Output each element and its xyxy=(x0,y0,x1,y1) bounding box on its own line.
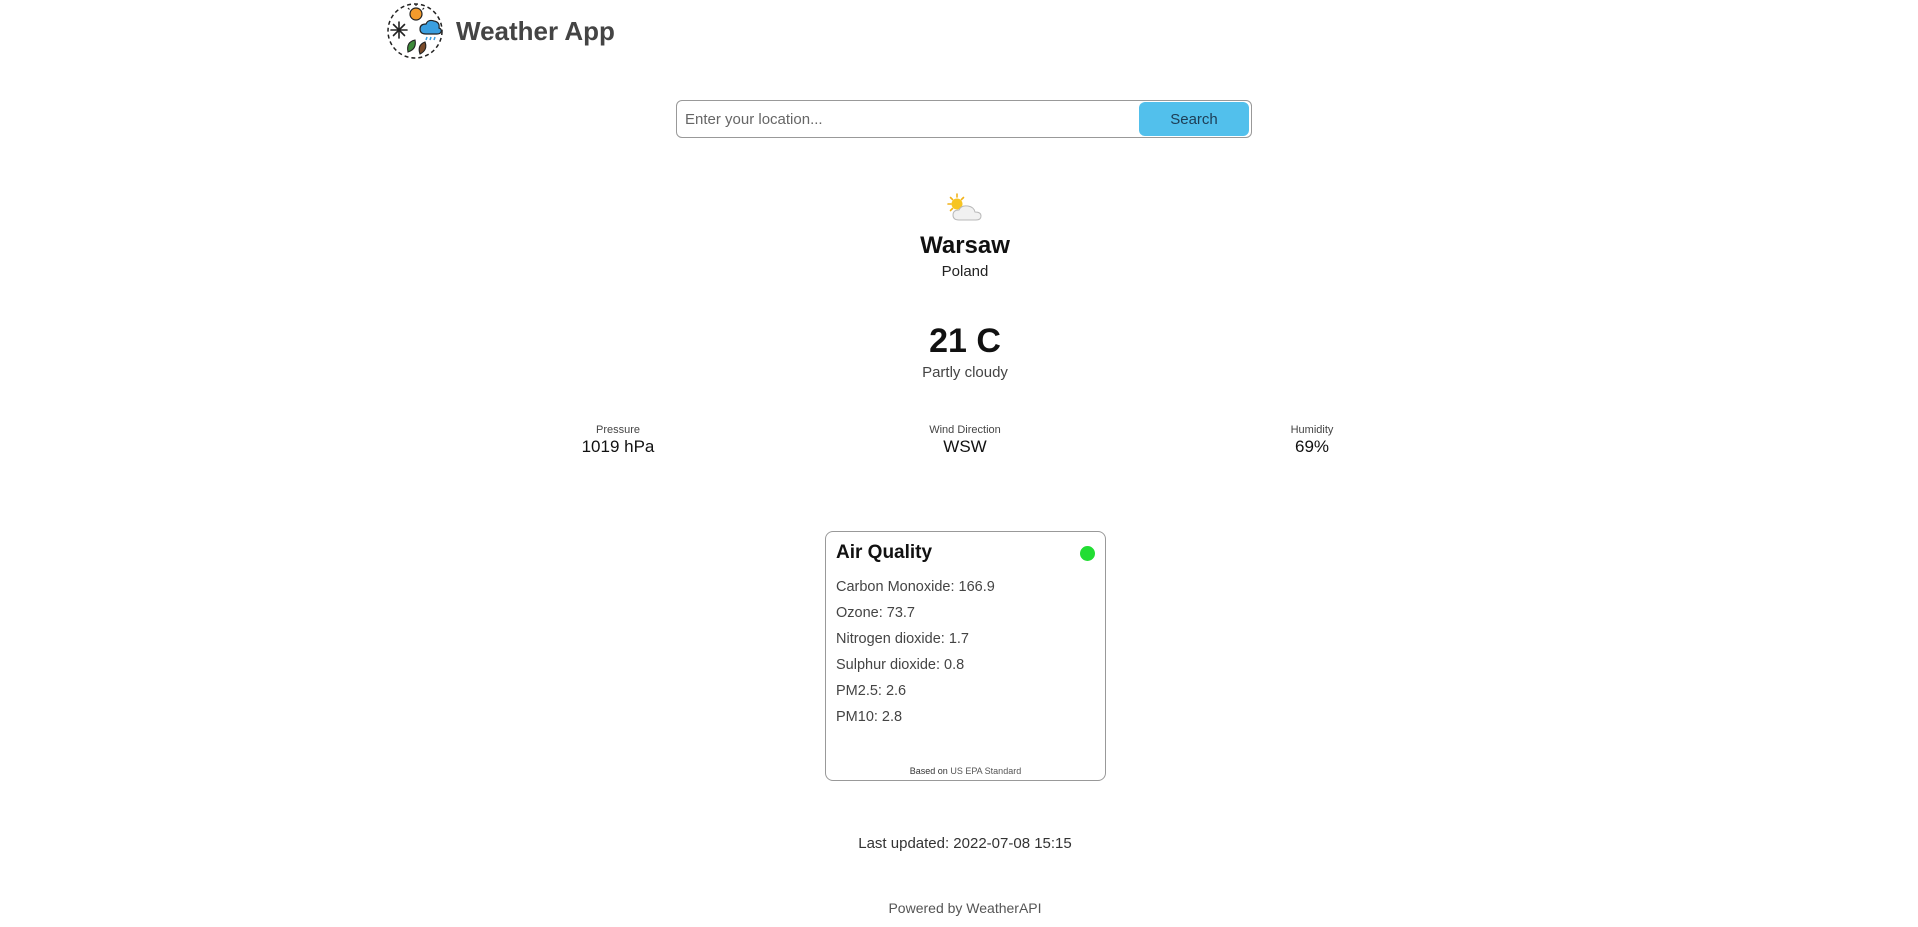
location-search-input[interactable] xyxy=(677,101,1139,137)
weather-app-page: Weather App Search Warsaw Poland 21 C Pa… xyxy=(0,0,1918,927)
app-title: Weather App xyxy=(456,15,615,46)
humidity-value: 69% xyxy=(1294,437,1330,456)
pressure-label: Pressure xyxy=(595,424,641,436)
app-header: Weather App xyxy=(386,2,615,60)
air-quality-footer-prefix: Based on xyxy=(909,766,948,776)
powered-by: Powered by WeatherAPI xyxy=(888,900,1042,916)
city-name: Warsaw xyxy=(920,232,1010,259)
pressure-value: 1019 hPa xyxy=(581,437,655,456)
search-bar: Search xyxy=(676,100,1252,138)
pressure-stat: Pressure 1019 hPa xyxy=(518,424,718,457)
air-quality-item: PM10: 2.8 xyxy=(836,709,903,725)
search-button[interactable]: Search xyxy=(1139,102,1249,136)
weather-condition xyxy=(0,192,1918,226)
air-quality-title: Air Quality xyxy=(836,542,933,563)
air-quality-item: PM2.5: 2.6 xyxy=(836,683,907,699)
humidity-label: Humidity xyxy=(1290,424,1334,436)
partly-cloudy-icon xyxy=(947,193,982,221)
weather-app-logo-icon xyxy=(387,3,443,59)
wind-direction-value: WSW xyxy=(943,437,987,456)
air-quality-item: Carbon Monoxide: 166.9 xyxy=(836,579,995,595)
air-quality-standard-link[interactable]: US EPA Standard xyxy=(950,766,1021,776)
wind-direction-label: Wind Direction xyxy=(929,424,1001,436)
condition-text: Partly cloudy xyxy=(922,364,1008,381)
air-quality-card: Air Quality Carbon Monoxide: 166.9 Ozone… xyxy=(825,531,1106,781)
air-quality-status-indicator xyxy=(1080,546,1095,561)
humidity-stat: Humidity 69% xyxy=(1212,424,1412,457)
air-quality-item: Sulphur dioxide: 0.8 xyxy=(836,657,965,673)
air-quality-item: Nitrogen dioxide: 1.7 xyxy=(836,631,969,647)
temperature: 21 C xyxy=(929,322,1001,360)
last-updated: Last updated: 2022-07-08 15:15 xyxy=(858,835,1072,852)
air-quality-item: Ozone: 73.7 xyxy=(836,605,915,621)
wind-direction-stat: Wind Direction WSW xyxy=(865,424,1065,457)
country-name: Poland xyxy=(941,263,989,280)
air-quality-footer: Based on US EPA Standard xyxy=(826,766,1105,776)
